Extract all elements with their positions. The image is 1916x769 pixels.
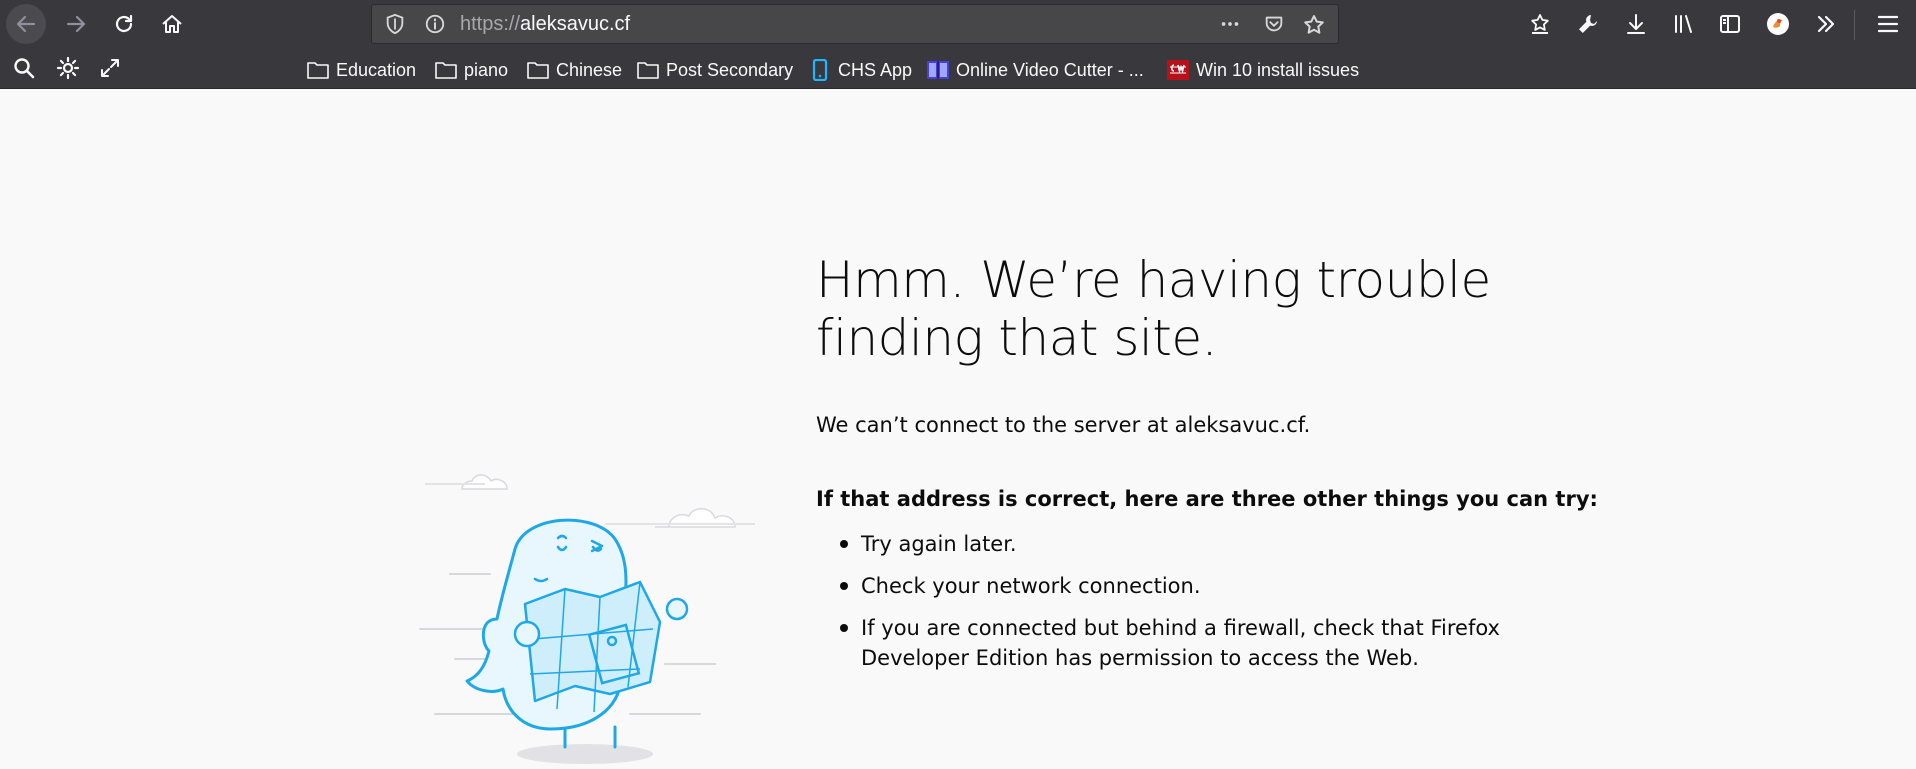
error-title: Hmm. We’re having trouble finding that s…: [816, 251, 1491, 367]
reload-icon: [115, 14, 133, 33]
list-item: Try again later.: [840, 529, 1601, 559]
list-item: If you are connected but behind a firewa…: [840, 613, 1601, 673]
folder-icon: [435, 62, 457, 79]
url-host: aleksavuc.cf: [520, 13, 631, 35]
folder-icon: [307, 62, 329, 79]
forward-arrow-icon: [66, 15, 86, 33]
navigation-toolbar: https://aleksavuc.cf: [0, 0, 1916, 48]
back-button[interactable]: [6, 4, 46, 44]
suggestions-heading: If that address is correct, here are thr…: [816, 487, 1598, 511]
forward-button[interactable]: [56, 4, 96, 44]
suggestions-list: Try again later. Check your network conn…: [816, 529, 1601, 685]
bookmark-education[interactable]: Education: [306, 56, 416, 84]
bookmark-win10-install-issues[interactable]: Win 10 install issues: [1166, 56, 1359, 84]
url-text[interactable]: https://aleksavuc.cf: [460, 13, 630, 36]
download-icon: [1627, 14, 1645, 34]
star-tray-icon: [1531, 14, 1549, 34]
search-button[interactable]: [4, 48, 44, 88]
library-icon: [1675, 15, 1692, 33]
sidebar-icon: [1720, 15, 1740, 33]
avatar: [1767, 13, 1789, 35]
sidebar-button[interactable]: [1710, 4, 1750, 44]
phone-icon: [812, 59, 828, 81]
reload-button[interactable]: [104, 4, 144, 44]
error-page: Hmm. We’re having trouble finding that s…: [0, 89, 1916, 764]
double-chevron-icon: [1817, 15, 1835, 33]
gear-icon: [56, 56, 80, 80]
tracking-protection-shield-icon[interactable]: [384, 13, 406, 35]
library-button[interactable]: [1664, 4, 1704, 44]
bookmark-online-video-cutter[interactable]: Online Video Cutter - ...: [926, 56, 1144, 84]
bookmark-chinese[interactable]: Chinese: [526, 56, 622, 84]
bookmark-label: Online Video Cutter - ...: [956, 59, 1144, 80]
url-protocol: https://: [460, 13, 521, 35]
list-item: Check your network connection.: [840, 571, 1601, 601]
bookmark-chs-app[interactable]: CHS App: [808, 56, 912, 84]
search-icon: [14, 58, 35, 79]
wrench-icon: [1579, 15, 1597, 33]
bookmark-label: CHS App: [838, 59, 913, 80]
overflow-menu-button[interactable]: [1806, 4, 1846, 44]
bookmark-label: Education: [336, 59, 417, 80]
cw-icon: [1167, 60, 1189, 80]
home-button[interactable]: [152, 4, 192, 44]
bookmark-label: Post Secondary: [666, 59, 794, 80]
pocket-icon[interactable]: [1262, 13, 1286, 35]
bookmark-label: Win 10 install issues: [1196, 59, 1360, 80]
lost-map-illustration: [419, 474, 755, 764]
account-button[interactable]: [1758, 4, 1798, 44]
page-actions-icon[interactable]: [1218, 13, 1242, 35]
back-arrow-icon: [16, 15, 36, 33]
expand-button[interactable]: [90, 48, 130, 88]
main-menu-button[interactable]: [1868, 4, 1908, 44]
error-description: We can’t connect to the server at aleksa…: [816, 413, 1311, 437]
bookmark-label: piano: [464, 59, 509, 80]
hamburger-icon: [1877, 15, 1899, 33]
downloads-button[interactable]: [1616, 4, 1656, 44]
bookmark-label: Chinese: [556, 59, 623, 80]
bookmark-post-secondary[interactable]: Post Secondary: [636, 56, 793, 84]
video-cutter-icon: [927, 61, 949, 79]
settings-button[interactable]: [48, 48, 88, 88]
bookmark-star-icon[interactable]: [1302, 13, 1326, 37]
url-bar[interactable]: https://aleksavuc.cf: [371, 4, 1339, 44]
folder-icon: [527, 62, 549, 79]
bookmark-piano[interactable]: piano: [434, 56, 508, 84]
toolbar-divider: [1854, 10, 1855, 40]
site-info-icon[interactable]: [424, 13, 446, 35]
bookmarks-menu-button[interactable]: [1520, 4, 1560, 44]
expand-arrows-icon: [101, 59, 119, 77]
folder-icon: [637, 62, 659, 79]
home-icon: [162, 15, 182, 33]
developer-tools-button[interactable]: [1568, 4, 1608, 44]
